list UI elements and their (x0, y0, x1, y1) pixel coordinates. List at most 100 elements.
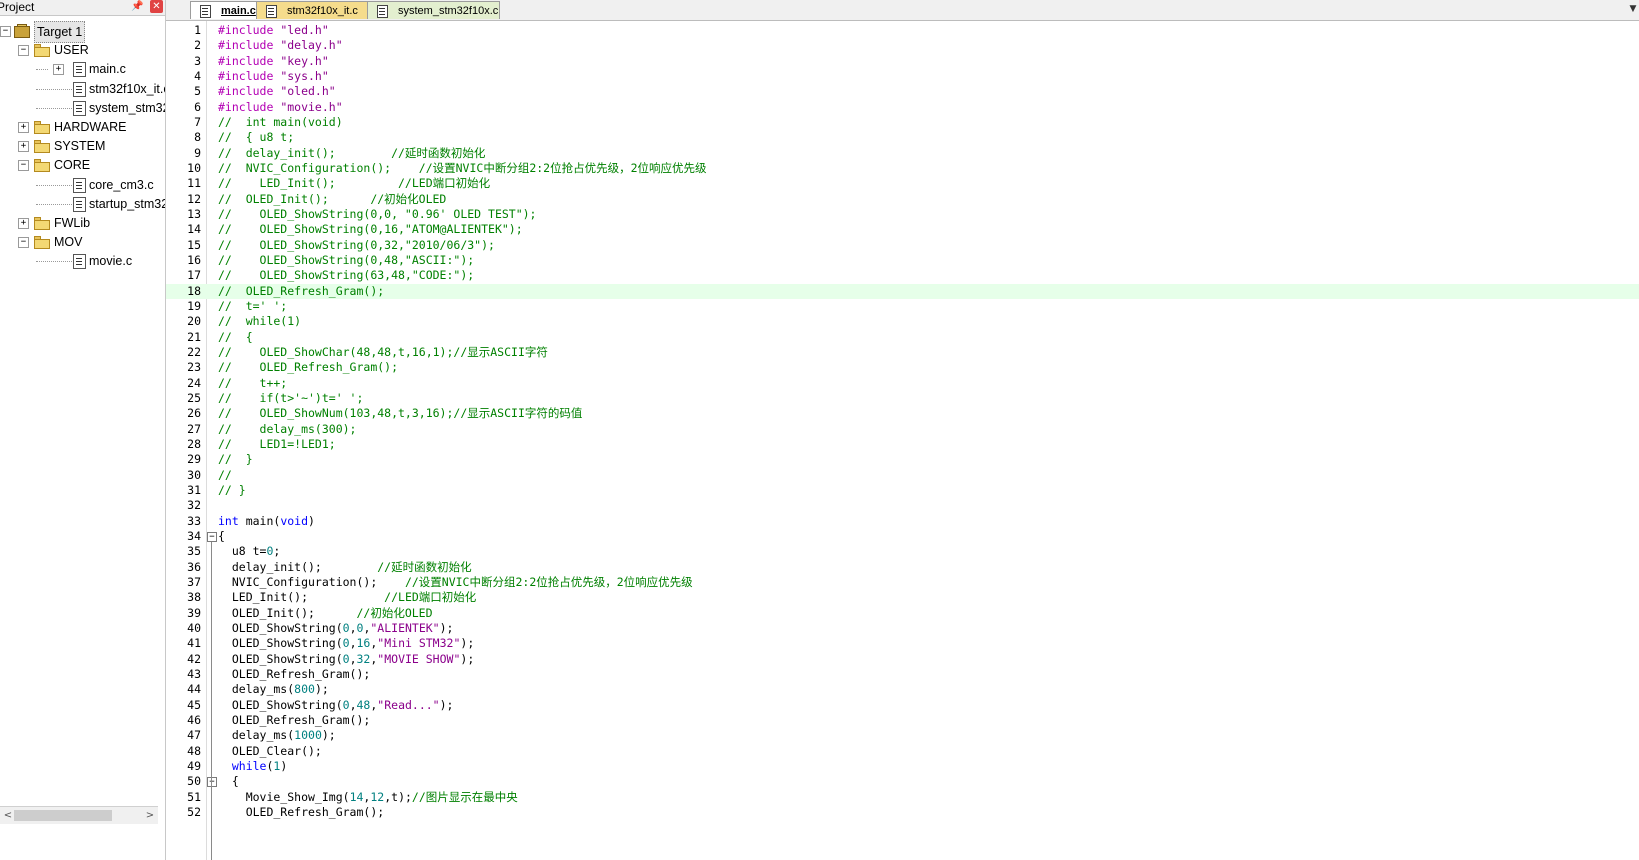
expand-icon[interactable]: + (53, 64, 64, 76)
code-line[interactable]: 1 #include "led.h" (166, 23, 1639, 38)
code-line[interactable]: 36 delay_init(); //延时函数初始化 (166, 560, 1639, 575)
collapse-icon[interactable]: − (18, 160, 29, 172)
code-line[interactable]: 29 // } (166, 452, 1639, 467)
scroll-left-arrow[interactable]: < (2, 807, 14, 824)
code-token: // OLED_Init(); //初始化OLED (218, 191, 447, 206)
code-line[interactable]: 33 int main(void) (166, 514, 1639, 529)
fold-collapse-icon[interactable]: − (207, 777, 217, 788)
tree-item-hardware[interactable]: + HARDWARE (0, 117, 165, 137)
tree-item-startup-stm32f1[interactable]: startup_stm32f1 (0, 194, 165, 214)
code-text: // OLED_ShowString(0,48,"ASCII:"); (218, 253, 474, 268)
code-line[interactable]: 27 // delay_ms(300); (166, 422, 1639, 437)
tree-item-fwlib[interactable]: + FWLib (0, 213, 165, 233)
code-line[interactable]: 35 u8 t=0; (166, 544, 1639, 559)
tree-item-core-cm3-c[interactable]: core_cm3.c (0, 175, 165, 195)
code-line[interactable]: 47 delay_ms(1000); (166, 728, 1639, 743)
code-token: , (349, 620, 357, 635)
code-editor[interactable]: 1 #include "led.h" 2 #include "delay.h" 3 #in… (166, 21, 1639, 860)
code-line[interactable]: 5 #include "oled.h" (166, 84, 1639, 99)
code-line[interactable]: 48 OLED_Clear(); (166, 744, 1639, 759)
code-line[interactable]: 49 while(1) (166, 759, 1639, 774)
code-line[interactable]: 45 OLED_ShowString(0,48,"Read..."); (166, 698, 1639, 713)
collapse-icon[interactable]: − (18, 237, 29, 249)
code-token: delay_ms( (218, 682, 295, 697)
code-line[interactable]: 42 OLED_ShowString(0,32,"MOVIE SHOW"); (166, 652, 1639, 667)
expand-icon[interactable]: + (18, 218, 29, 229)
code-line[interactable]: 24 // t++; (166, 376, 1639, 391)
code-line[interactable]: 52 OLED_Refresh_Gram(); (166, 805, 1639, 820)
expand-icon[interactable]: + (18, 141, 29, 153)
expand-icon[interactable]: + (18, 122, 29, 133)
code-line[interactable]: 37 NVIC_Configuration(); //设置NVIC中断分组2:2… (166, 575, 1639, 590)
tree-item-target-1[interactable]: − Target 1 (0, 21, 165, 43)
code-line[interactable]: 22 // OLED_ShowChar(48,48,t,16,1);//显示ASC… (166, 345, 1639, 360)
code-line[interactable]: 38 LED_Init(); //LED端口初始化 (166, 590, 1639, 605)
line-number: 7 (194, 114, 201, 129)
code-line[interactable]: 16 // OLED_ShowString(0,48,"ASCII:"); (166, 253, 1639, 268)
code-line[interactable]: 28 // LED1=!LED1; (166, 437, 1639, 452)
code-line[interactable]: 51 Movie_Show_Img(14,12,t);//图片显示在最中央 (166, 790, 1639, 805)
code-line[interactable]: 4 #include "sys.h" (166, 69, 1639, 84)
line-number: 26 (187, 406, 201, 421)
code-line[interactable]: 40 OLED_ShowString(0,0,"ALIENTEK"); (166, 621, 1639, 636)
code-line[interactable]: 26 // OLED_ShowNum(103,48,t,3,16);//显示ASC… (166, 406, 1639, 421)
code-line[interactable]: 20 // while(1) (166, 314, 1639, 329)
collapse-icon[interactable]: − (0, 26, 11, 37)
folder-icon (34, 140, 50, 154)
code-line[interactable]: 23 // OLED_Refresh_Gram(); (166, 360, 1639, 375)
tree-item-mov[interactable]: − MOV (0, 232, 165, 252)
code-line[interactable]: 50− { (166, 774, 1639, 789)
code-line[interactable]: 2 #include "delay.h" (166, 38, 1639, 53)
code-line[interactable]: 6 #include "movie.h" (166, 100, 1639, 115)
code-line[interactable]: 43 OLED_Refresh_Gram(); (166, 667, 1639, 682)
code-line[interactable]: 41 OLED_ShowString(0,16,"Mini STM32"); (166, 636, 1639, 651)
code-line[interactable]: 9 // delay_init(); //延时函数初始化 (166, 146, 1639, 161)
scroll-thumb[interactable] (14, 810, 112, 821)
code-line[interactable]: 13 // OLED_ShowString(0,0, "0.96' OLED TE… (166, 207, 1639, 222)
tab-stm32f10x-it-c[interactable]: stm32f10x_it.c (256, 1, 368, 19)
code-line[interactable]: 39 OLED_Init(); //初始化OLED (166, 606, 1639, 621)
code-line[interactable]: 46 OLED_Refresh_Gram(); (166, 713, 1639, 728)
tree-connector (36, 184, 72, 186)
pin-icon[interactable]: 📌 (131, 1, 143, 13)
fold-collapse-icon[interactable]: − (207, 531, 217, 542)
line-number: 34 (187, 528, 201, 543)
tab-system-stm32f10x-c[interactable]: system_stm32f10x.c (367, 1, 500, 19)
code-line[interactable]: 15 // OLED_ShowString(0,32,"2010/06/3"); (166, 238, 1639, 253)
code-line[interactable]: 25 // if(t>'~')t=' '; (166, 391, 1639, 406)
code-line[interactable]: 30 // (166, 468, 1639, 483)
code-line[interactable]: 11 // LED_Init(); //LED端口初始化 (166, 176, 1639, 191)
code-line[interactable]: 10 // NVIC_Configuration(); //设置NVIC中断分组2… (166, 161, 1639, 176)
tree-item-user[interactable]: − USER (0, 40, 165, 60)
code-line[interactable]: 14 // OLED_ShowString(0,16,"ATOM@ALIENTEK… (166, 222, 1639, 237)
code-token: int (218, 513, 239, 528)
tree-item-stm32f10x-it-c[interactable]: stm32f10x_it.c (0, 79, 165, 99)
code-line[interactable]: 34−{ (166, 529, 1639, 544)
line-number: 21 (187, 329, 201, 344)
code-line[interactable]: 17 // OLED_ShowString(63,48,"CODE:"); (166, 268, 1639, 283)
tree-item-system[interactable]: + SYSTEM (0, 136, 165, 156)
code-line[interactable]: 8 // { u8 t; (166, 130, 1639, 145)
close-icon[interactable]: ✕ (150, 0, 163, 13)
code-token: "delay.h" (280, 38, 343, 53)
code-line[interactable]: 18 // OLED_Refresh_Gram(); (166, 283, 1639, 299)
code-line[interactable]: 7 // int main(void) (166, 115, 1639, 130)
code-line[interactable]: 12 // OLED_Init(); //初始化OLED (166, 192, 1639, 207)
code-line[interactable]: 19 // t=' '; (166, 299, 1639, 314)
scroll-right-arrow[interactable]: > (144, 807, 156, 824)
tree-item-system-stm32f1[interactable]: system_stm32f1 (0, 98, 165, 118)
code-token: // } (218, 452, 253, 467)
code-line[interactable]: 32 (166, 498, 1639, 513)
tree-item-movie-c[interactable]: movie.c (0, 251, 165, 271)
code-text: OLED_ShowString(0,0,"ALIENTEK"); (218, 620, 454, 636)
code-line[interactable]: 3 #include "key.h" (166, 54, 1639, 69)
code-line[interactable]: 31 // } (166, 483, 1639, 498)
tab-list-dropdown-icon[interactable]: ▼ (1627, 2, 1639, 16)
collapse-icon[interactable]: − (18, 45, 29, 57)
code-line[interactable]: 44 delay_ms(800); (166, 682, 1639, 697)
code-line[interactable]: 21 // { (166, 330, 1639, 345)
tree-item-main-c[interactable]: + main.c (0, 59, 165, 79)
horizontal-scrollbar[interactable]: < > (0, 806, 158, 824)
tree-item-core[interactable]: − CORE (0, 155, 165, 175)
